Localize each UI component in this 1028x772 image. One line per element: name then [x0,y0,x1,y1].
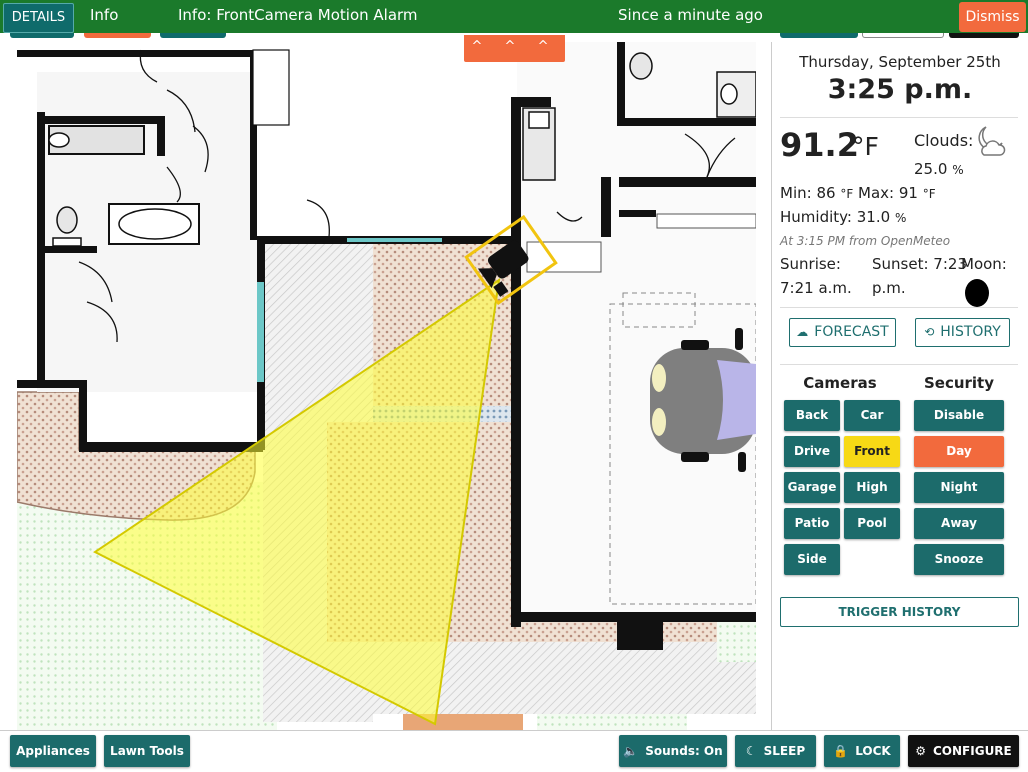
hidden-toolbar-button[interactable] [780,33,858,38]
clouds-value-line: 25.0 % [914,160,964,178]
notification-timestamp: Since a minute ago [618,6,763,24]
sleep-button[interactable]: ☾ SLEEP [735,735,816,767]
floorplan-svg [17,42,756,730]
info-panel: Thursday, September 25th 3:25 p.m. 91.2 … [772,42,1028,730]
cloud-icon: ☁ [796,325,809,339]
camera-button-garage[interactable]: Garage [784,472,840,503]
history-icon: ⟲ [924,325,935,339]
camera-button-high[interactable]: High [844,472,900,503]
security-button-day[interactable]: Day [914,436,1004,467]
clouds-value: 25.0 [914,160,948,178]
min-value: 86 [816,184,836,202]
sunset-label: Sunset: [872,255,929,273]
configure-label: CONFIGURE [933,744,1012,758]
humidity-label: Humidity: [780,208,852,226]
min-max-line: Min: 86 °F Max: 91 °F [780,184,936,202]
gear-icon: ⚙ [915,744,926,758]
max-label: Max: [858,184,895,202]
hidden-toolbar-button[interactable] [84,33,151,38]
cameras-title: Cameras [803,374,877,392]
sounds-label: Sounds: On [645,744,723,758]
details-button[interactable]: DETAILS [3,3,74,33]
min-unit: °F [840,187,854,201]
date-display: Thursday, September 25th [799,53,1001,71]
security-button-snooze[interactable]: Snooze [914,544,1004,575]
sounds-button[interactable]: 🔈 Sounds: On [619,735,727,767]
camera-button-pool[interactable]: Pool [844,508,900,539]
security-button-away[interactable]: Away [914,508,1004,539]
map-expand-chevrons[interactable]: ^ ^ ^ ^ [464,35,565,78]
lock-icon: 🔒 [833,744,849,758]
hidden-toolbar-button[interactable] [862,33,944,38]
hidden-toolbar-button[interactable] [949,33,1019,38]
max-unit: °F [922,187,936,201]
camera-button-back[interactable]: Back [784,400,840,431]
hidden-toolbar-button[interactable] [10,33,74,38]
notification-type-label: Info [90,6,119,24]
lock-button[interactable]: 🔒 LOCK [824,735,900,767]
max-value: 91 [898,184,918,202]
trigger-history-button[interactable]: TRIGGER HISTORY [780,597,1019,627]
forecast-button[interactable]: ☁ FORECAST [789,318,896,347]
temperature-value: 91.2 [780,126,859,164]
notification-message: Info: FrontCamera Motion Alarm [178,6,418,24]
humidity-unit: % [894,211,907,225]
moon-sleep-icon: ☾ [745,744,757,758]
camera-button-car[interactable]: Car [844,400,900,431]
floorplan-map[interactable] [17,42,756,730]
humidity-line: Humidity: 31.0 % [780,208,906,226]
sunset-suffix: p.m. [872,279,906,297]
security-button-disable[interactable]: Disable [914,400,1004,431]
forecast-label: FORECAST [814,324,889,340]
appliances-button[interactable]: Appliances [10,735,96,767]
camera-button-front[interactable]: Front [844,436,900,467]
configure-button[interactable]: ⚙ CONFIGURE [908,735,1019,767]
sunrise-value: 7:21 a.m. [780,279,852,297]
hidden-toolbar-button[interactable] [160,33,226,38]
divider [780,117,1018,118]
lawn-tools-button[interactable]: Lawn Tools [104,735,190,767]
time-display: 3:25 p.m. [827,74,973,105]
dismiss-button[interactable]: Dismiss [959,2,1026,32]
moon-label: Moon: [961,255,1007,273]
min-label: Min: [780,184,812,202]
sleep-label: SLEEP [763,744,806,758]
notification-bar: DETAILS Info Info: FrontCamera Motion Al… [0,0,1028,33]
history-button[interactable]: ⟲ HISTORY [915,318,1010,347]
divider [780,307,1018,308]
speaker-icon: 🔈 [623,744,639,758]
security-title: Security [923,374,995,392]
humidity-value: 31.0 [856,208,891,226]
camera-button-patio[interactable]: Patio [784,508,840,539]
divider [780,364,1018,365]
camera-button-side[interactable]: Side [784,544,840,575]
history-label: HISTORY [940,324,1001,340]
sunrise-label: Sunrise: [780,255,841,273]
moon-icon [965,279,989,307]
temperature-unit: °F [852,132,879,161]
camera-button-drive[interactable]: Drive [784,436,840,467]
security-button-night[interactable]: Night [914,472,1004,503]
sunset-label-line: Sunset: 7:23 [872,252,967,276]
clouds-unit: % [952,163,964,177]
weather-source: At 3:15 PM from OpenMeteo [780,234,951,248]
dashboard-page: ^ ^ ^ ^ DETAILS Info Info: FrontCamera M… [0,0,1028,772]
cloud-moon-icon [978,126,1006,156]
lock-label: LOCK [855,744,891,758]
clouds-label: Clouds: [914,131,974,150]
